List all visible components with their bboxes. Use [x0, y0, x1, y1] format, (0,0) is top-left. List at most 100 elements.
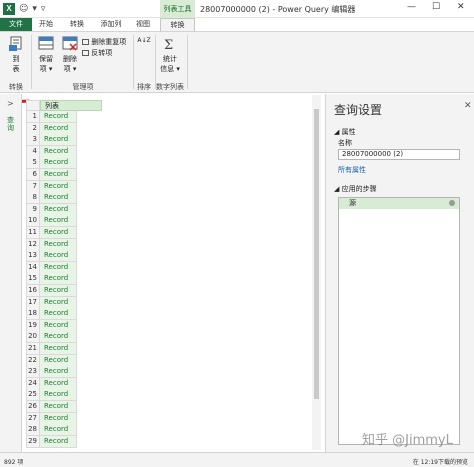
record-link-cell[interactable]: Record	[40, 308, 77, 321]
record-link-cell[interactable]: Record	[40, 111, 77, 123]
table-row[interactable]: 15 Record	[26, 273, 77, 286]
record-link-cell[interactable]: Record	[40, 389, 77, 402]
row-number[interactable]: 23	[26, 366, 40, 379]
record-link-cell[interactable]: Record	[40, 319, 77, 332]
record-link-cell[interactable]: Record	[40, 435, 77, 448]
tab-list-transform[interactable]: 转换	[160, 18, 195, 31]
queries-label[interactable]: 查询	[7, 116, 15, 132]
table-row[interactable]: 8 Record	[26, 192, 77, 205]
row-number[interactable]: 10	[26, 215, 40, 228]
row-number[interactable]: 28	[26, 424, 40, 437]
table-row[interactable]: 3 Record	[26, 134, 77, 147]
record-link-cell[interactable]: Record	[40, 424, 77, 437]
row-number[interactable]: 21	[26, 343, 40, 355]
row-number[interactable]: 3	[26, 134, 40, 147]
grid-corner[interactable]	[26, 100, 40, 111]
to-table-button[interactable]: 到 表	[4, 36, 28, 74]
table-row[interactable]: 29 Record	[26, 435, 77, 448]
record-link-cell[interactable]: Record	[40, 238, 77, 251]
table-row[interactable]: 19 Record	[26, 319, 77, 332]
row-number[interactable]: 14	[26, 261, 40, 274]
scrollbar-thumb[interactable]	[314, 109, 319, 399]
table-row[interactable]: 12 Record	[26, 238, 77, 251]
row-number[interactable]: 17	[26, 296, 40, 309]
all-properties-link[interactable]: 所有属性	[338, 165, 366, 175]
table-row[interactable]: 14 Record	[26, 261, 77, 274]
table-row[interactable]: 11 Record	[26, 227, 77, 239]
record-link-cell[interactable]: Record	[40, 169, 77, 181]
record-link-cell[interactable]: Record	[40, 157, 77, 170]
minimize-icon[interactable]: —	[407, 2, 416, 12]
reverse-items-button[interactable]: 反转项	[82, 48, 112, 58]
record-link-cell[interactable]: Record	[40, 134, 77, 147]
qat-customize-icon[interactable]: ▿	[41, 3, 46, 15]
row-number[interactable]: 16	[26, 285, 40, 297]
row-number[interactable]: 18	[26, 308, 40, 321]
row-number[interactable]: 4	[26, 145, 40, 158]
record-link-cell[interactable]: Record	[40, 227, 77, 239]
row-number[interactable]: 5	[26, 157, 40, 170]
row-number[interactable]: 24	[26, 377, 40, 390]
row-number[interactable]: 29	[26, 435, 40, 448]
step-settings-gear-icon[interactable]	[449, 200, 455, 206]
close-icon[interactable]: ✕	[457, 2, 465, 12]
table-row[interactable]: 2 Record	[26, 122, 77, 135]
record-link-cell[interactable]: Record	[40, 180, 77, 193]
table-row[interactable]: 4 Record	[26, 145, 77, 158]
table-row[interactable]: 6 Record	[26, 169, 77, 181]
statistics-button[interactable]: Σ 统计 信息 ▾	[158, 36, 182, 74]
table-row[interactable]: 23 Record	[26, 366, 77, 379]
row-number[interactable]: 8	[26, 192, 40, 205]
record-link-cell[interactable]: Record	[40, 354, 77, 367]
close-pane-icon[interactable]: ✕	[464, 101, 472, 111]
record-link-cell[interactable]: Record	[40, 412, 77, 425]
table-row[interactable]: 22 Record	[26, 354, 77, 367]
table-row[interactable]: 25 Record	[26, 389, 77, 402]
row-number[interactable]: 11	[26, 227, 40, 239]
table-row[interactable]: 5 Record	[26, 157, 77, 170]
table-row[interactable]: 16 Record	[26, 285, 77, 297]
table-row[interactable]: 21 Record	[26, 343, 77, 355]
row-number[interactable]: 27	[26, 412, 40, 425]
row-number[interactable]: 26	[26, 401, 40, 413]
record-link-cell[interactable]: Record	[40, 366, 77, 379]
table-row[interactable]: 24 Record	[26, 377, 77, 390]
record-link-cell[interactable]: Record	[40, 192, 77, 205]
table-row[interactable]: 20 Record	[26, 331, 77, 344]
remove-items-button[interactable]: 删除 项 ▾	[59, 36, 81, 74]
table-row[interactable]: 18 Record	[26, 308, 77, 321]
expand-queries-icon[interactable]: >	[7, 99, 14, 108]
table-row[interactable]: 13 Record	[26, 250, 77, 263]
keep-items-button[interactable]: 保留 项 ▾	[35, 36, 57, 74]
record-link-cell[interactable]: Record	[40, 296, 77, 309]
row-number[interactable]: 19	[26, 319, 40, 332]
record-link-cell[interactable]: Record	[40, 261, 77, 274]
record-link-cell[interactable]: Record	[40, 122, 77, 135]
row-number[interactable]: 20	[26, 331, 40, 344]
table-row[interactable]: 10 Record	[26, 215, 77, 228]
vertical-scrollbar[interactable]	[312, 95, 321, 450]
table-row[interactable]: 26 Record	[26, 401, 77, 413]
remove-duplicates-button[interactable]: 删除重复项	[82, 37, 126, 47]
tab-view[interactable]: 视图	[132, 18, 154, 31]
tab-file[interactable]: 文件	[0, 18, 32, 31]
table-row[interactable]: 7 Record	[26, 180, 77, 193]
record-link-cell[interactable]: Record	[40, 215, 77, 228]
row-number[interactable]: 13	[26, 250, 40, 263]
table-row[interactable]: 1 Record	[26, 111, 77, 123]
sort-ascending-button[interactable]: A↓Z	[136, 37, 152, 44]
row-number[interactable]: 15	[26, 273, 40, 286]
record-link-cell[interactable]: Record	[40, 145, 77, 158]
record-link-cell[interactable]: Record	[40, 343, 77, 355]
table-row[interactable]: 27 Record	[26, 412, 77, 425]
table-row[interactable]: 17 Record	[26, 296, 77, 309]
table-row[interactable]: 28 Record	[26, 424, 77, 437]
row-number[interactable]: 12	[26, 238, 40, 251]
query-name-input[interactable]: 28007000000 (2)	[338, 149, 460, 160]
row-number[interactable]: 1	[26, 111, 40, 123]
smiley-dropdown-icon[interactable]: ▾	[32, 3, 37, 15]
tab-add-column[interactable]: 添加列	[96, 18, 126, 31]
row-number[interactable]: 9	[26, 203, 40, 216]
record-link-cell[interactable]: Record	[40, 377, 77, 390]
record-link-cell[interactable]: Record	[40, 250, 77, 263]
